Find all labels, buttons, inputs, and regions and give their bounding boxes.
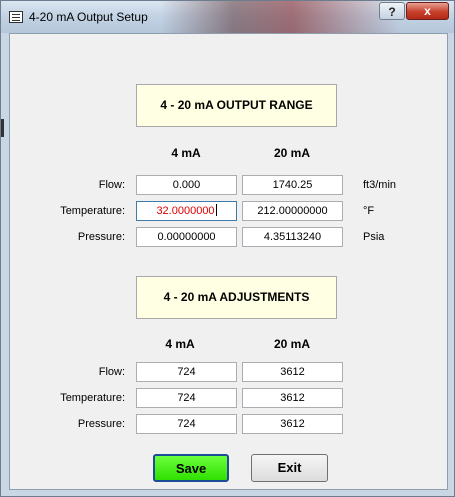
output-temperature-4ma-input[interactable]: 32.0000000 [136,201,237,221]
title-bar[interactable]: 4-20 mA Output Setup ? x [1,1,454,33]
window-title: 4-20 mA Output Setup [29,10,148,24]
output-range-heading: 4 - 20 mA OUTPUT RANGE [136,84,337,127]
window-edge-mark [1,119,4,137]
text-cursor [215,204,217,216]
output-temperature-20ma-input[interactable]: 212.00000000 [242,201,343,221]
adjust-flow-4ma-input[interactable]: 724 [136,362,237,382]
output-pressure-20ma-input[interactable]: 4.35113240 [242,227,343,247]
adjust-flow-20ma-input[interactable]: 3612 [242,362,343,382]
output-pressure-4ma-input[interactable]: 0.00000000 [136,227,237,247]
adjust-temperature-20ma-input[interactable]: 3612 [242,388,343,408]
window-icon [9,11,23,23]
output-flow-20ma-input[interactable]: 1740.25 [242,175,343,195]
adjust-pressure-20ma-input[interactable]: 3612 [242,414,343,434]
close-button[interactable]: x [406,2,449,20]
output-range-4ma-header: 4 mA [171,146,201,160]
adjustments-heading: 4 - 20 mA ADJUSTMENTS [136,276,337,319]
save-button[interactable]: Save [153,454,229,482]
help-button[interactable]: ? [379,2,405,20]
adjust-pressure-label: Pressure: [77,418,125,430]
adjust-temperature-label: Temperature: [60,392,125,404]
output-temperature-label: Temperature: [60,205,125,217]
adjust-pressure-4ma-input[interactable]: 724 [136,414,237,434]
adjustments-20ma-header: 20 mA [273,337,311,351]
output-flow-4ma-input[interactable]: 0.000 [136,175,237,195]
exit-button[interactable]: Exit [251,454,328,482]
output-temperature-unit: °F [363,205,375,217]
adjustments-4ma-header: 4 mA [165,337,195,351]
output-flow-unit: ft3/min [363,179,397,191]
dialog-body: 4 - 20 mA OUTPUT RANGE 4 mA 20 mA Flow: … [9,33,448,490]
output-range-20ma-header: 20 mA [273,146,311,160]
output-flow-label: Flow: [98,179,125,191]
output-temperature-4ma-value: 32.0000000 [156,205,215,217]
output-pressure-unit: Psia [363,231,385,243]
title-bar-background [161,1,401,33]
adjust-flow-label: Flow: [98,366,125,378]
output-setup-window: 4-20 mA Output Setup ? x 4 - 20 mA OUTPU… [0,0,455,497]
adjust-temperature-4ma-input[interactable]: 724 [136,388,237,408]
output-pressure-label: Pressure: [77,231,125,243]
